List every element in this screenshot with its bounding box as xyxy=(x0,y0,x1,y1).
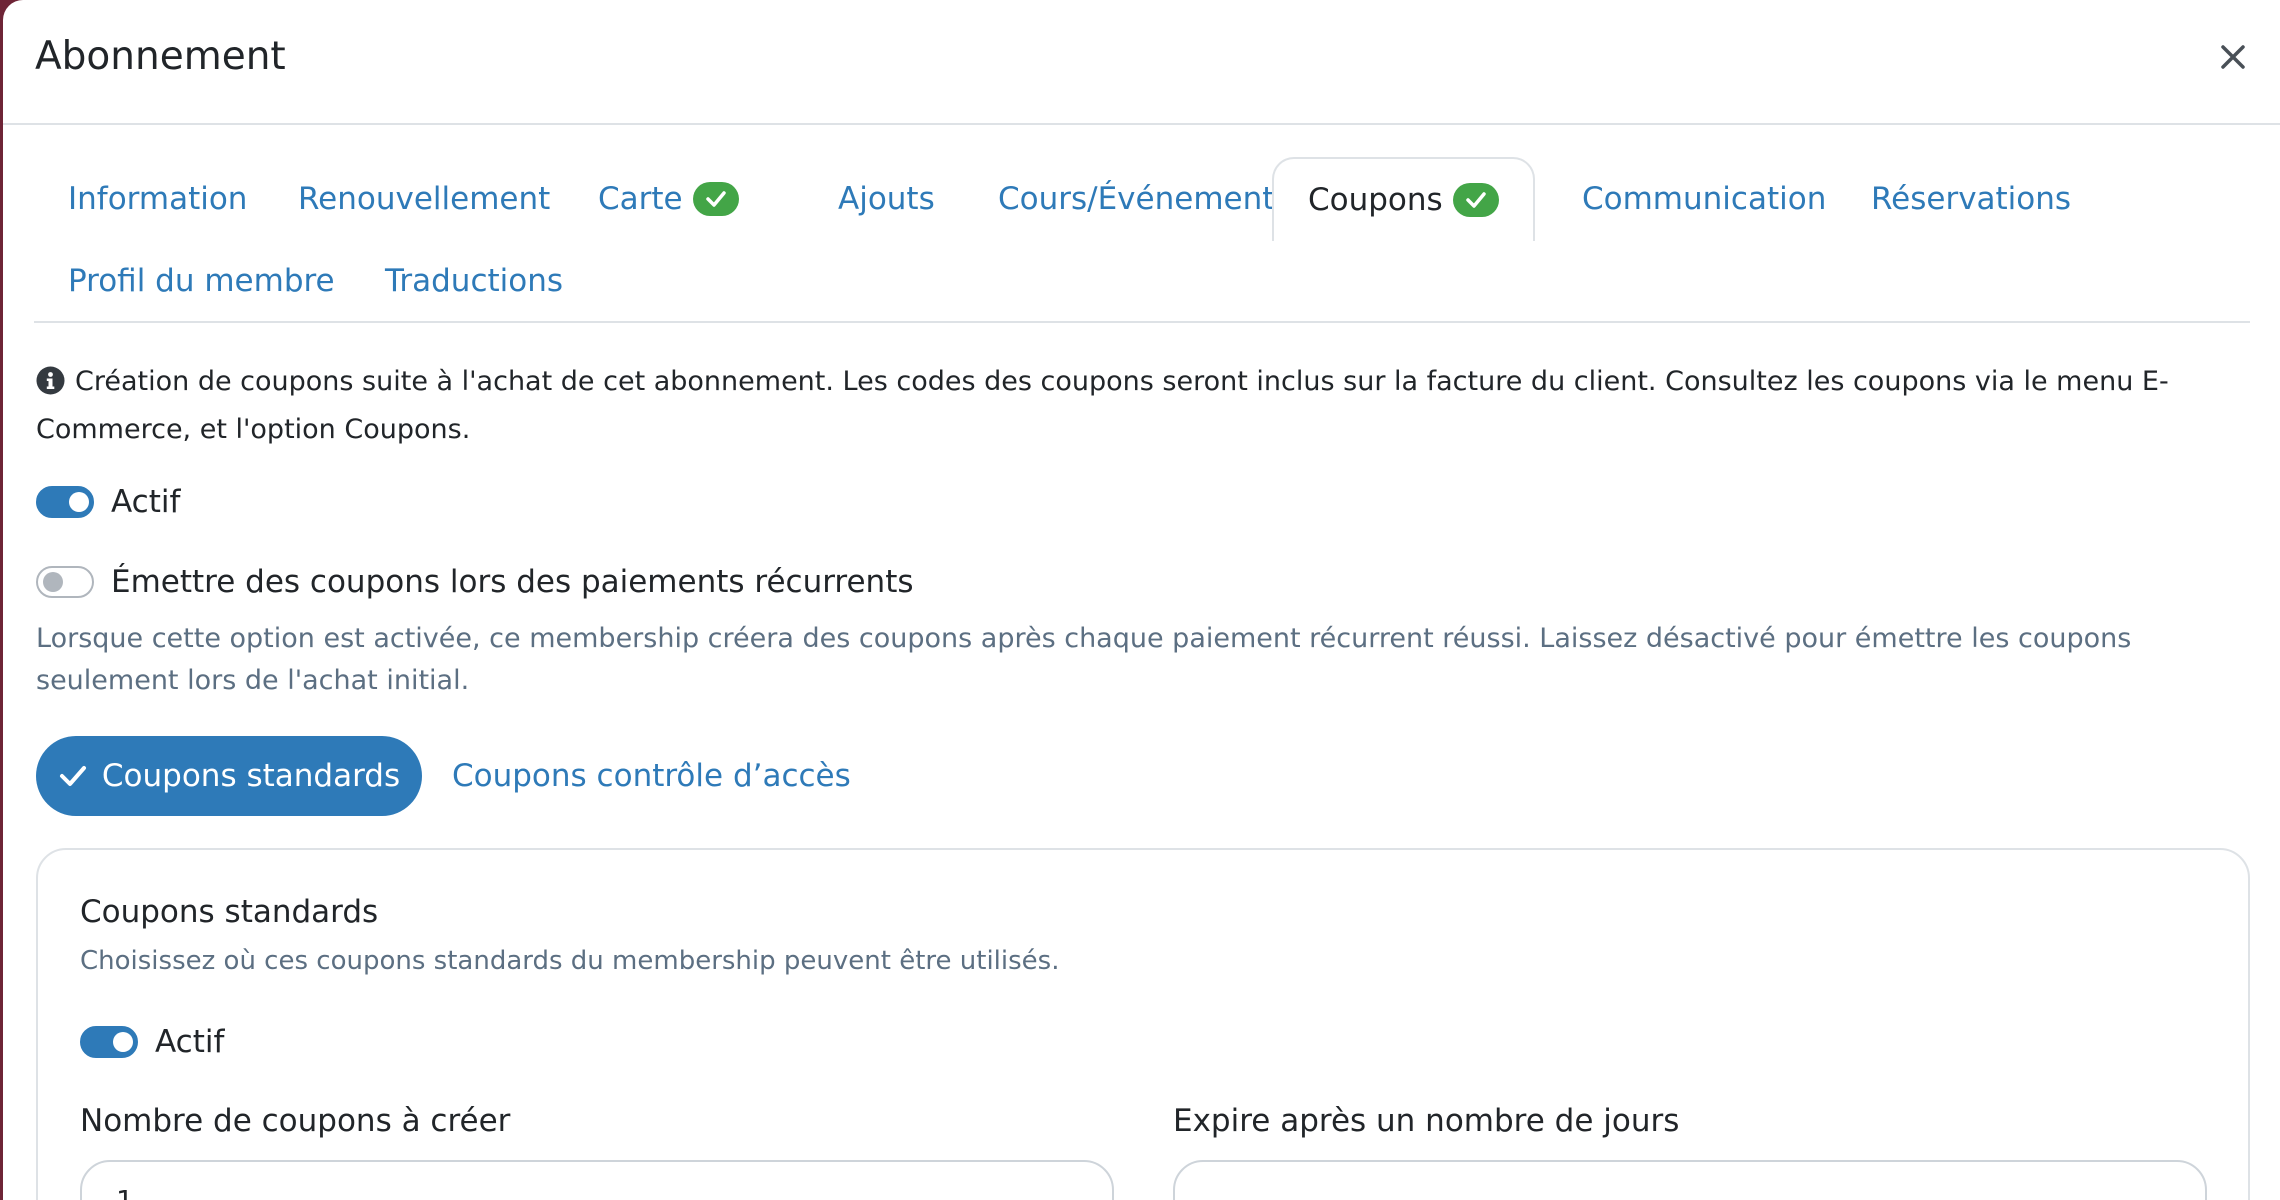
tab-label: Carte xyxy=(598,181,683,217)
standard-coupons-card: Coupons standards Choisissez où ces coup… xyxy=(36,848,2250,1200)
actif-label: Actif xyxy=(111,484,181,520)
recurring-coupons-toggle[interactable] xyxy=(36,566,94,598)
card-actif-toggle[interactable] xyxy=(80,1026,138,1058)
expire-days-input[interactable] xyxy=(1173,1160,2207,1200)
access-control-coupons-button[interactable]: Coupons contrôle d’accès xyxy=(452,736,851,816)
tab-label: Réservations xyxy=(1871,181,2072,217)
close-button[interactable] xyxy=(2213,35,2253,79)
tab-label: Coupons xyxy=(1308,182,1443,218)
standard-coupons-label: Coupons standards xyxy=(101,758,401,794)
tab-ajouts[interactable]: Ajouts xyxy=(804,157,969,241)
tab-information[interactable]: Information xyxy=(34,157,281,241)
check-icon xyxy=(692,182,739,216)
tab-carte[interactable]: Carte xyxy=(564,157,773,241)
tab-label: Information xyxy=(68,181,248,217)
toggle-knob xyxy=(113,1032,133,1052)
coupon-count-input[interactable] xyxy=(80,1160,1114,1200)
modal-header: Abonnement xyxy=(3,0,2280,125)
info-text: Création de coupons suite à l'achat de c… xyxy=(36,366,2169,445)
tab-profil-du-membre[interactable]: Profil du membre xyxy=(34,239,369,323)
tab-reservations[interactable]: Réservations xyxy=(1837,157,2105,241)
access-control-label: Coupons contrôle d’accès xyxy=(452,758,851,794)
recurring-help-text: Lorsque cette option est activée, ce mem… xyxy=(36,623,2132,696)
tab-label: Renouvellement xyxy=(298,181,551,217)
info-message: Création de coupons suite à l'achat de c… xyxy=(36,358,2236,454)
close-icon xyxy=(2221,45,2245,69)
coupon-count-label: Nombre de coupons à créer xyxy=(80,1103,511,1139)
tab-communication[interactable]: Communication xyxy=(1548,157,1860,241)
tab-bar: Information Renouvellement Carte Ajouts … xyxy=(34,157,2250,323)
card-title: Coupons standards xyxy=(80,894,379,930)
tab-label: Traductions xyxy=(385,263,564,299)
actif-toggle[interactable] xyxy=(36,486,94,518)
card-actif-toggle-row: Actif xyxy=(80,1024,224,1060)
tab-label: Cours/Événements xyxy=(998,181,1291,217)
tab-renouvellement[interactable]: Renouvellement xyxy=(264,157,584,241)
toggle-knob xyxy=(69,492,89,512)
recurring-toggle-row: Émettre des coupons lors des paiements r… xyxy=(36,564,914,600)
card-actif-label: Actif xyxy=(155,1024,225,1060)
standard-coupons-button[interactable]: Coupons standards xyxy=(36,736,422,816)
tab-cours-evenements[interactable]: Cours/Événements xyxy=(964,157,1325,241)
check-icon xyxy=(1452,183,1499,217)
modal-title: Abonnement xyxy=(35,34,286,79)
subscription-modal: Abonnement Information Renouvellement Ca… xyxy=(3,0,2280,1200)
tab-label: Communication xyxy=(1582,181,1827,217)
tab-traductions[interactable]: Traductions xyxy=(351,239,597,323)
tab-label: Ajouts xyxy=(838,181,935,217)
check-icon xyxy=(58,764,88,788)
recurring-label: Émettre des coupons lors des paiements r… xyxy=(111,564,914,600)
toggle-knob xyxy=(43,572,63,592)
tab-label: Profil du membre xyxy=(68,263,335,299)
actif-toggle-row: Actif xyxy=(36,484,180,520)
info-circle-icon xyxy=(36,366,65,395)
expire-days-label: Expire après un nombre de jours xyxy=(1173,1103,1680,1139)
tab-coupons[interactable]: Coupons xyxy=(1272,157,1535,241)
card-subtitle: Choisissez où ces coupons standards du m… xyxy=(80,946,1060,976)
